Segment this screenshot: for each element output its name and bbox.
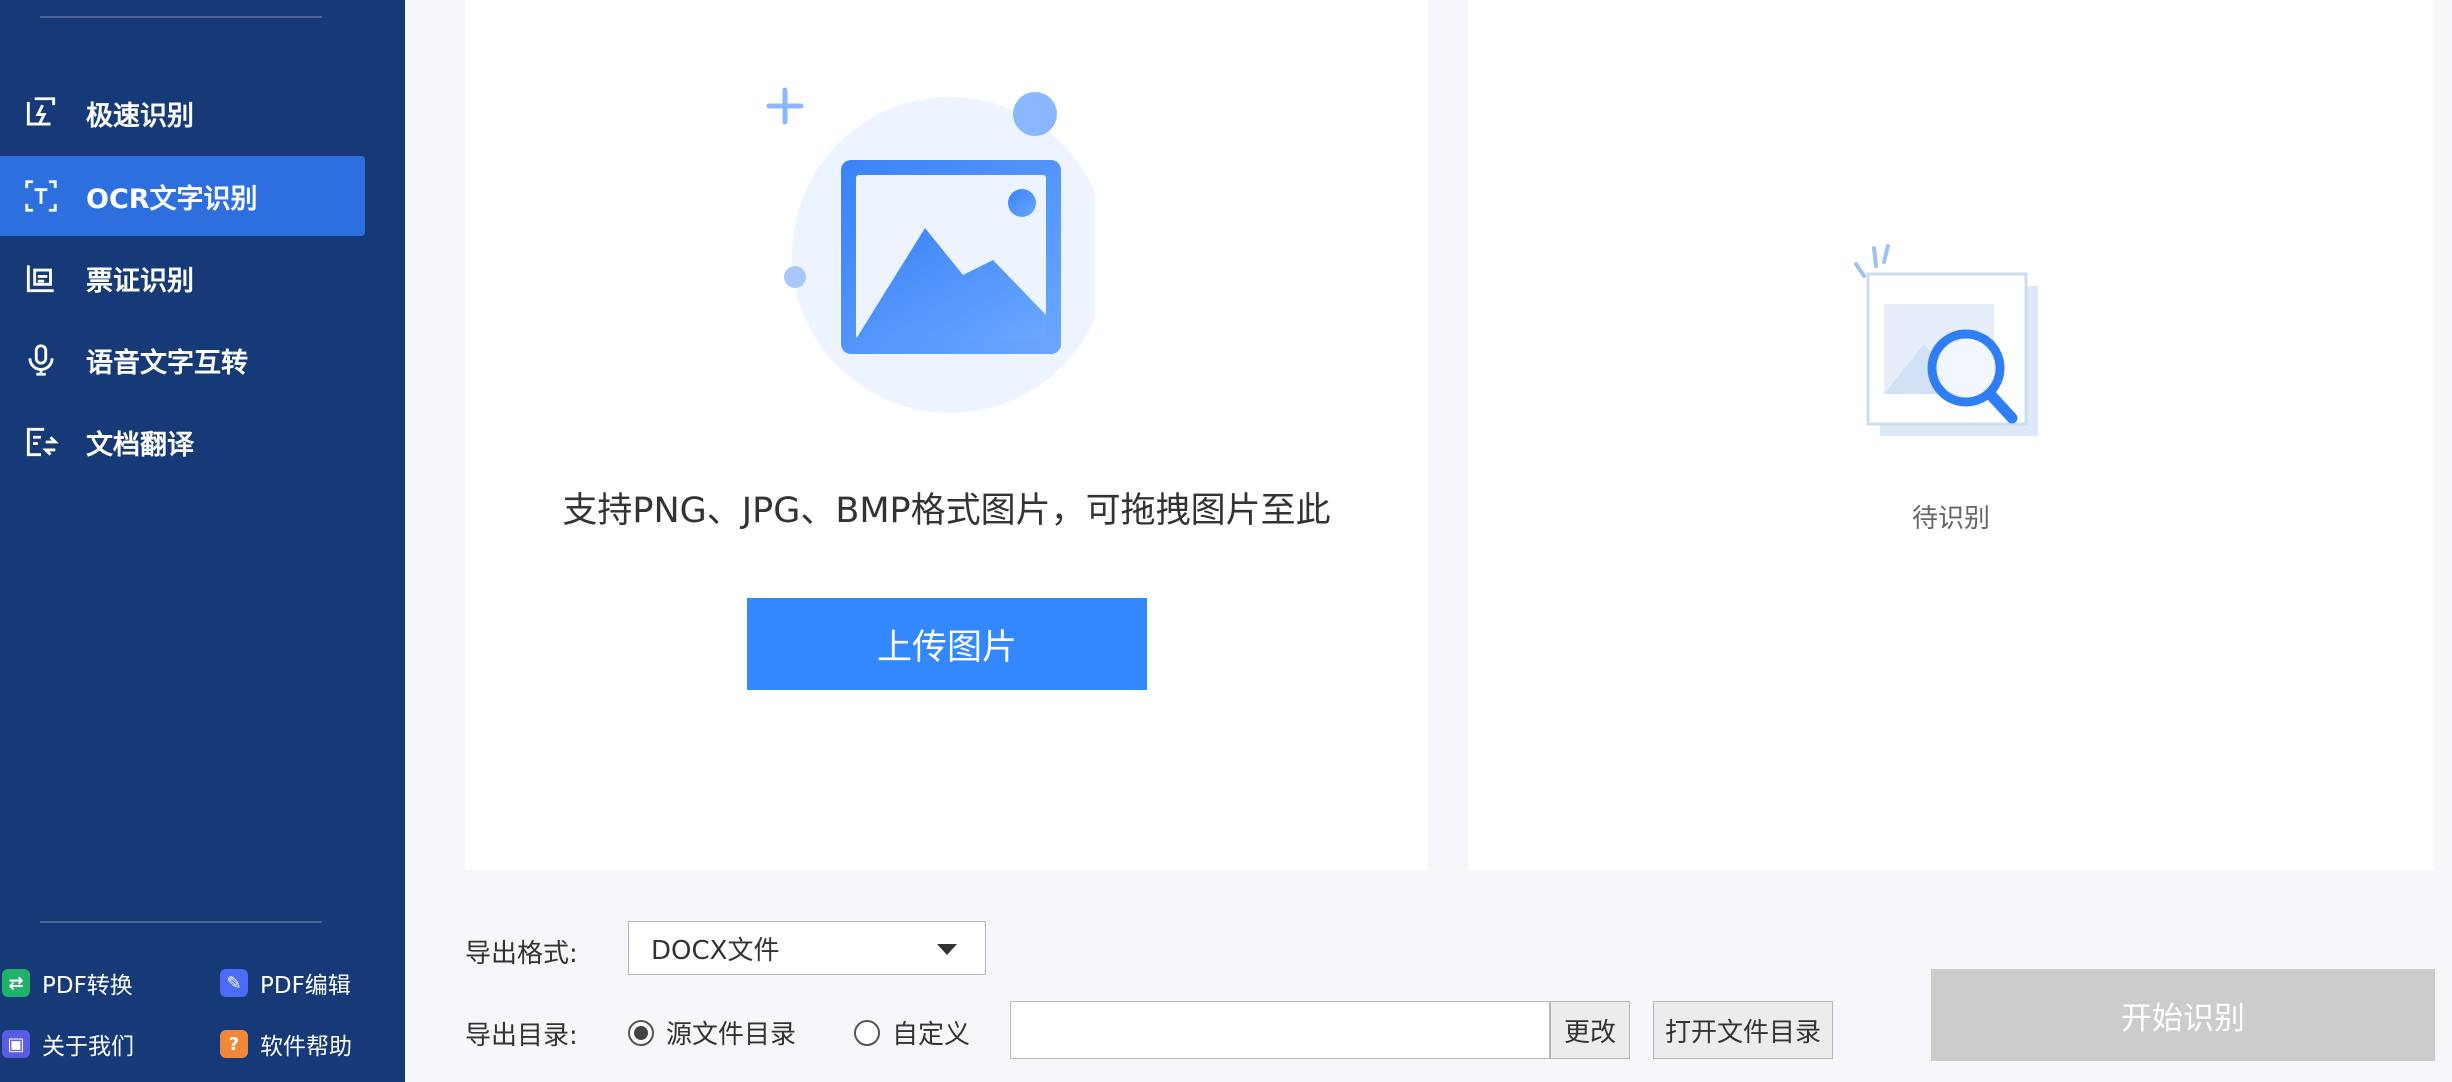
- upload-dropzone[interactable]: 支持PNG、JPG、BMP格式图片，可拖拽图片至此 上传图片: [465, 0, 1428, 870]
- open-dir-button[interactable]: 打开文件目录: [1653, 1001, 1833, 1059]
- search-image-icon: [1854, 244, 2038, 436]
- pdf-edit-link[interactable]: ✎ PDF编辑: [220, 966, 351, 1000]
- about-icon: ▣: [2, 1030, 30, 1058]
- radio-custom-label: 自定义: [892, 1020, 971, 1050]
- sidebar-item-voice[interactable]: 语音文字互转: [0, 320, 365, 400]
- about-link[interactable]: ▣ 关于我们: [2, 1027, 134, 1061]
- upload-hint: 支持PNG、JPG、BMP格式图片，可拖拽图片至此: [562, 491, 1331, 531]
- pending-status: 待识别: [1911, 504, 1990, 534]
- export-path-input[interactable]: [1010, 1001, 1550, 1059]
- sidebar-item-translate[interactable]: 文档翻译: [0, 402, 365, 482]
- export-dir-label: 导出目录:: [465, 1021, 578, 1051]
- upload-image-button[interactable]: 上传图片: [747, 598, 1147, 690]
- document-translate-icon: [20, 421, 62, 463]
- pdf-convert-label: PDF转换: [42, 973, 133, 999]
- pdf-edit-label: PDF编辑: [260, 973, 351, 999]
- sidebar-item-fast-recognize[interactable]: 极速识别: [0, 73, 365, 153]
- export-format-select[interactable]: DOCX文件: [628, 921, 986, 975]
- chevron-down-icon: [937, 944, 957, 955]
- radio-custom-dir[interactable]: 自定义: [854, 1014, 970, 1051]
- export-format-label: 导出格式:: [465, 939, 578, 969]
- sidebar-item-label: 票证识别: [86, 265, 194, 297]
- help-label: 软件帮助: [260, 1034, 352, 1060]
- pdf-edit-icon: ✎: [220, 969, 248, 997]
- radio-checked-icon: [628, 1019, 654, 1046]
- help-icon: ?: [220, 1030, 248, 1058]
- radio-source-dir[interactable]: 源文件目录: [628, 1014, 796, 1051]
- sidebar-item-label: 语音文字互转: [86, 347, 248, 379]
- radio-source-label: 源文件目录: [666, 1020, 797, 1050]
- pdf-convert-icon: ⇄: [2, 969, 30, 997]
- ticket-icon: [20, 257, 62, 299]
- sidebar-divider-top: [40, 16, 322, 18]
- about-label: 关于我们: [42, 1034, 134, 1060]
- sidebar-item-label: 极速识别: [86, 100, 194, 132]
- image-placeholder-icon: [766, 87, 1095, 413]
- sidebar-item-ticket[interactable]: 票证识别: [0, 238, 365, 318]
- ocr-scan-icon: [20, 175, 62, 217]
- sidebar: 极速识别 OCR文字识别 票证识别 语音文字互转 文档翻译 ⇄ PDF转换 ✎ …: [0, 0, 405, 1082]
- microphone-icon: [20, 339, 62, 381]
- pdf-convert-link[interactable]: ⇄ PDF转换: [2, 966, 133, 1000]
- sidebar-item-label: OCR文字识别: [86, 183, 258, 215]
- export-format-value: DOCX文件: [651, 935, 780, 966]
- help-link[interactable]: ? 软件帮助: [220, 1027, 352, 1061]
- fast-recognize-icon: [20, 92, 62, 134]
- radio-unchecked-icon: [854, 1019, 880, 1046]
- sidebar-divider-bottom: [40, 921, 322, 923]
- start-recognize-button[interactable]: 开始识别: [1931, 969, 2435, 1061]
- change-dir-button[interactable]: 更改: [1550, 1001, 1630, 1059]
- result-panel: 待识别: [1468, 0, 2434, 870]
- sidebar-item-label: 文档翻译: [86, 429, 194, 461]
- sidebar-item-ocr[interactable]: OCR文字识别: [0, 156, 365, 236]
